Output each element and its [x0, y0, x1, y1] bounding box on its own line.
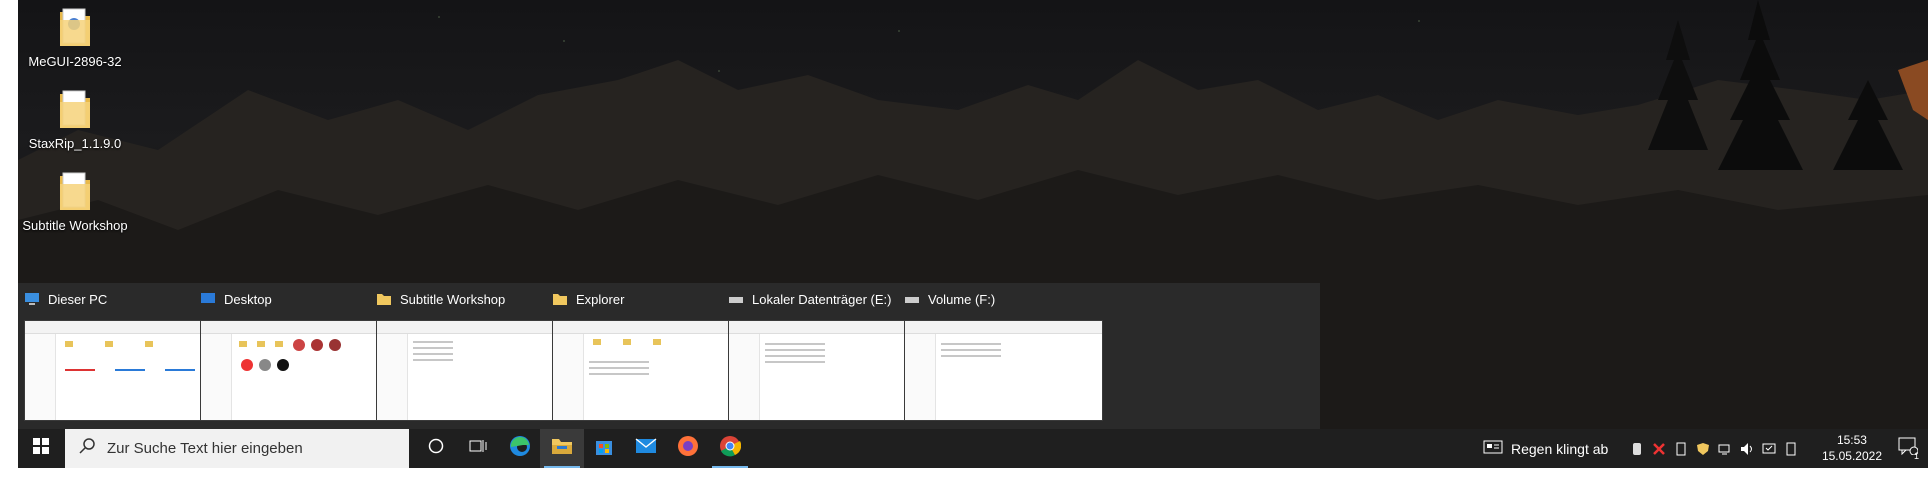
- cortana-icon: [428, 438, 444, 459]
- security-icon[interactable]: [1696, 442, 1710, 456]
- store-icon: [594, 436, 614, 461]
- thumbnail-title: Volume (F:): [928, 291, 996, 307]
- firefox-icon: [677, 435, 699, 462]
- news-icon: [1483, 439, 1503, 458]
- underlying-page-strip: [0, 468, 1928, 484]
- folder-icon: [57, 170, 93, 214]
- start-icon: [33, 438, 49, 459]
- cortana-button[interactable]: [416, 429, 456, 468]
- computer-icon: [24, 292, 40, 306]
- battery-icon[interactable]: [1784, 442, 1798, 456]
- system-tray: [1626, 429, 1802, 468]
- folder-icon: [57, 6, 93, 50]
- chrome-icon: [719, 435, 742, 462]
- edge-icon: [509, 435, 531, 462]
- clock[interactable]: 15:53 15.05.2022: [1822, 432, 1882, 464]
- store-button[interactable]: [584, 429, 624, 468]
- weather-widget[interactable]: Regen klingt ab: [1483, 429, 1608, 468]
- taskbar: Zur Suche Text hier eingeben Regen kling…: [18, 429, 1928, 468]
- search-icon: [79, 438, 95, 459]
- clock-time: 15:53: [1836, 433, 1867, 447]
- file-explorer-icon: [551, 437, 573, 460]
- thumbnail-title: Lokaler Datenträger (E:): [752, 291, 892, 307]
- desktop-icon: [200, 292, 216, 306]
- taskbar-thumbnail-preview: Dieser PC Desktop Subtitle Workshop Expl…: [18, 283, 1320, 429]
- thumbnail-title: Desktop: [224, 291, 272, 307]
- clock-date: 15.05.2022: [1821, 449, 1882, 463]
- chrome-button[interactable]: [708, 429, 752, 468]
- firefox-button[interactable]: [668, 429, 708, 468]
- desktop-icon-megui[interactable]: MeGUI-2896-32: [20, 6, 130, 69]
- network-icon[interactable]: [1718, 442, 1732, 456]
- notification-count: 1: [1913, 451, 1919, 461]
- thumbnail-title: Dieser PC: [48, 291, 108, 307]
- folder-icon: [57, 88, 93, 132]
- search-placeholder: Zur Suche Text hier eingeben: [107, 440, 303, 457]
- desktop-icon-label: StaxRip_1.1.9.0: [28, 136, 122, 151]
- usb-icon[interactable]: [1630, 442, 1644, 456]
- drive-icon: [728, 292, 744, 306]
- thumbnail-volume-f[interactable]: Volume (F:): [898, 283, 1112, 429]
- desktop-icon-label: Subtitle Workshop: [22, 218, 128, 233]
- edge-button[interactable]: [500, 429, 540, 468]
- notification-center-button[interactable]: 1: [1888, 429, 1928, 468]
- thumbnail-title: Explorer: [576, 291, 625, 307]
- mail-icon: [635, 438, 657, 459]
- file-explorer-button[interactable]: [540, 429, 584, 468]
- desktop-icon-staxrip[interactable]: StaxRip_1.1.9.0: [20, 88, 130, 151]
- thumbnail-title: Subtitle Workshop: [400, 291, 506, 307]
- weather-text: Regen klingt ab: [1511, 440, 1609, 457]
- desktop-icon-label: MeGUI-2896-32: [28, 54, 122, 69]
- mail-button[interactable]: [624, 429, 668, 468]
- desktop-icon-subtitle-workshop[interactable]: Subtitle Workshop: [20, 170, 130, 233]
- start-button[interactable]: [18, 429, 64, 468]
- device-icon[interactable]: [1674, 442, 1688, 456]
- network-error-icon[interactable]: [1652, 442, 1666, 456]
- drive-icon: [904, 292, 920, 306]
- task-view-icon: [469, 438, 487, 459]
- display-icon[interactable]: [1762, 442, 1776, 456]
- folder-icon: [552, 292, 568, 306]
- window-preview: [904, 320, 1103, 421]
- search-box[interactable]: Zur Suche Text hier eingeben: [65, 429, 409, 468]
- folder-icon: [376, 292, 392, 306]
- task-view-button[interactable]: [456, 429, 500, 468]
- volume-icon[interactable]: [1740, 442, 1754, 456]
- desktop[interactable]: MeGUI-2896-32 StaxRip_1.1.9.0 Subtitle W…: [18, 0, 1928, 468]
